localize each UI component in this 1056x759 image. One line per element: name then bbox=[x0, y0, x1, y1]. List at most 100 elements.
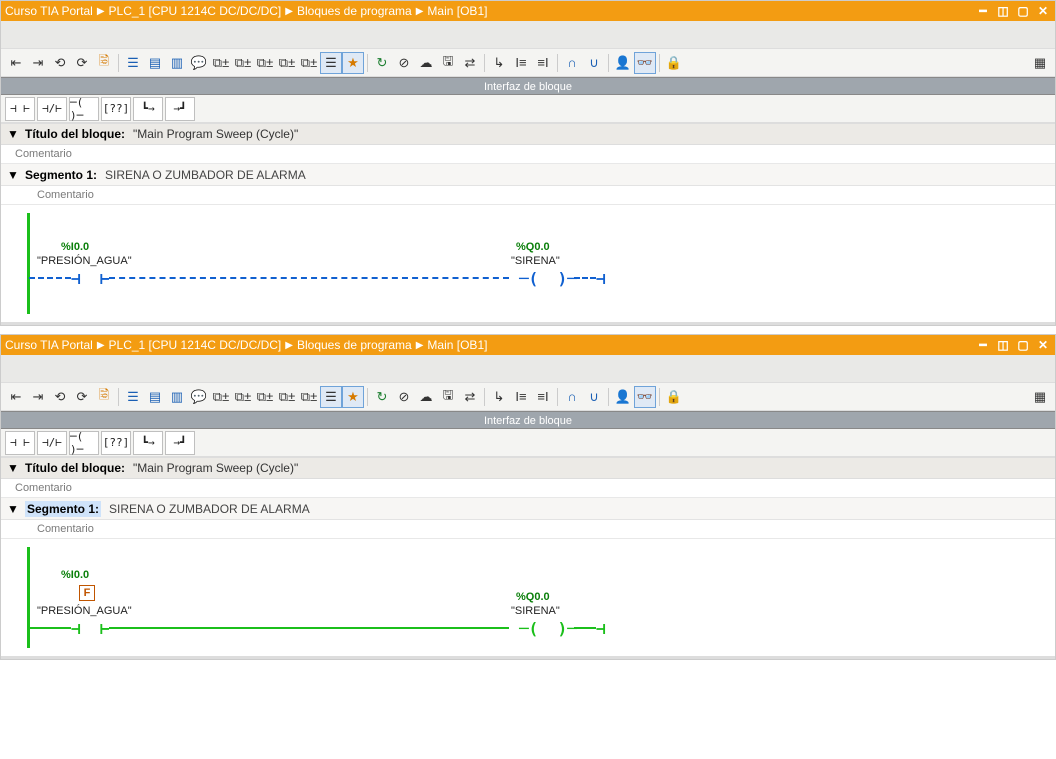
tool-btn-13[interactable]: ⧉± bbox=[276, 52, 298, 74]
tool-btn-9[interactable]: 💬 bbox=[188, 386, 210, 408]
tool-btn-4[interactable]: ⟳ bbox=[71, 52, 93, 74]
go-online-button[interactable]: ↻ bbox=[371, 386, 393, 408]
float-button[interactable]: ◫ bbox=[995, 338, 1011, 352]
tool-btn-22[interactable]: ↳ bbox=[488, 52, 510, 74]
close-button[interactable]: ✕ bbox=[1035, 338, 1051, 352]
tool-btn-12[interactable]: ⧉± bbox=[254, 386, 276, 408]
tool-btn-23[interactable]: I≡ bbox=[510, 52, 532, 74]
breadcrumb-plc[interactable]: PLC_1 [CPU 1214C DC/DC/DC] bbox=[109, 338, 282, 352]
tool-btn-7[interactable]: ▤ bbox=[144, 386, 166, 408]
palette-branch-open[interactable]: ┗→ bbox=[133, 97, 163, 121]
breadcrumb-folder[interactable]: Bloques de programa bbox=[297, 338, 412, 352]
tool-btn-11[interactable]: ⧉± bbox=[232, 52, 254, 74]
tool-btn-14[interactable]: ⧉± bbox=[298, 52, 320, 74]
segment-comment[interactable]: Comentario bbox=[1, 186, 1055, 205]
tool-btn-2[interactable]: ⇥ bbox=[27, 386, 49, 408]
tool-btn-2[interactable]: ⇥ bbox=[27, 52, 49, 74]
tool-btn-8[interactable]: ▥ bbox=[166, 386, 188, 408]
palette-box[interactable]: [??] bbox=[101, 431, 131, 455]
disclosure-icon[interactable]: ▼ bbox=[7, 461, 17, 475]
tool-btn-6[interactable]: ☰ bbox=[122, 52, 144, 74]
maximize-button[interactable]: ▢ bbox=[1015, 4, 1031, 18]
interface-bar[interactable]: Interfaz de bloque bbox=[1, 77, 1055, 95]
disclosure-icon[interactable]: ▼ bbox=[7, 127, 17, 141]
breadcrumb-plc[interactable]: PLC_1 [CPU 1214C DC/DC/DC] bbox=[109, 4, 282, 18]
block-comment[interactable]: Comentario bbox=[1, 479, 1055, 498]
tool-btn-7[interactable]: ▤ bbox=[144, 52, 166, 74]
disclosure-icon[interactable]: ▼ bbox=[7, 502, 17, 516]
minimize-button[interactable]: ━ bbox=[975, 4, 991, 18]
palette-branch-close[interactable]: →┛ bbox=[165, 97, 195, 121]
palette-branch-open[interactable]: ┗→ bbox=[133, 431, 163, 455]
block-title-value[interactable]: "Main Program Sweep (Cycle)" bbox=[133, 461, 298, 475]
segment-desc[interactable]: SIRENA O ZUMBADOR DE ALARMA bbox=[109, 502, 310, 516]
tool-btn-14[interactable]: ⧉± bbox=[298, 386, 320, 408]
block-title-value[interactable]: "Main Program Sweep (Cycle)" bbox=[133, 127, 298, 141]
breadcrumb-block[interactable]: Main [OB1] bbox=[427, 4, 487, 18]
tool-btn-15[interactable]: ☰ bbox=[320, 386, 342, 408]
tool-btn-1[interactable]: ⇤ bbox=[5, 52, 27, 74]
tool-btn-8[interactable]: ▥ bbox=[166, 52, 188, 74]
tool-btn-9[interactable]: 💬 bbox=[188, 52, 210, 74]
breadcrumb-root[interactable]: Curso TIA Portal bbox=[5, 338, 93, 352]
output-symbol[interactable]: "SIRENA" bbox=[511, 605, 560, 617]
tool-btn-21[interactable]: ⇄ bbox=[459, 386, 481, 408]
input-symbol[interactable]: "PRESIÓN_AGUA" bbox=[37, 605, 132, 617]
tool-btn-25[interactable]: ∩ bbox=[561, 386, 583, 408]
tool-btn-24[interactable]: ≡I bbox=[532, 386, 554, 408]
tool-btn-24[interactable]: ≡I bbox=[532, 52, 554, 74]
palette-nopen[interactable]: ⊣ ⊢ bbox=[5, 97, 35, 121]
tool-btn-20[interactable]: 🖫 bbox=[437, 386, 459, 408]
tool-btn-22[interactable]: ↳ bbox=[488, 386, 510, 408]
tool-btn-26[interactable]: ∪ bbox=[583, 52, 605, 74]
tool-btn-23[interactable]: I≡ bbox=[510, 386, 532, 408]
input-address[interactable]: %I0.0 bbox=[61, 241, 89, 253]
no-contact[interactable]: ⊣ ⊢ bbox=[71, 269, 110, 288]
tool-btn-11[interactable]: ⧉± bbox=[232, 386, 254, 408]
tool-btn-26[interactable]: ∪ bbox=[583, 386, 605, 408]
ladder-network[interactable]: %I0.0 "PRESIÓN_AGUA" ⊣ ⊢ %Q0.0 "SIRENA" … bbox=[1, 205, 1055, 325]
maximize-button[interactable]: ▢ bbox=[1015, 338, 1031, 352]
tool-btn-6[interactable]: ☰ bbox=[122, 386, 144, 408]
disclosure-icon[interactable]: ▼ bbox=[7, 168, 17, 182]
palette-branch-close[interactable]: →┛ bbox=[165, 431, 195, 455]
block-comment[interactable]: Comentario bbox=[1, 145, 1055, 164]
segment-comment[interactable]: Comentario bbox=[1, 520, 1055, 539]
tool-btn-12[interactable]: ⧉± bbox=[254, 52, 276, 74]
tool-btn-13[interactable]: ⧉± bbox=[276, 386, 298, 408]
tool-btn-29[interactable]: 🔒 bbox=[663, 386, 685, 408]
tool-btn-20[interactable]: 🖫 bbox=[437, 52, 459, 74]
tool-btn-5[interactable]: 🗟 bbox=[93, 52, 115, 74]
coil[interactable]: ─( )─ bbox=[519, 269, 577, 288]
tool-btn-right[interactable]: ▦ bbox=[1029, 386, 1051, 408]
tool-btn-10[interactable]: ⧉± bbox=[210, 52, 232, 74]
tool-btn-4[interactable]: ⟳ bbox=[71, 386, 93, 408]
output-address[interactable]: %Q0.0 bbox=[516, 591, 550, 603]
tool-btn-1[interactable]: ⇤ bbox=[5, 386, 27, 408]
go-online-button[interactable]: ↻ bbox=[371, 52, 393, 74]
no-contact[interactable]: ⊣ ⊢ bbox=[71, 619, 110, 638]
palette-nclosed[interactable]: ⊣/⊢ bbox=[37, 431, 67, 455]
segment-desc[interactable]: SIRENA O ZUMBADOR DE ALARMA bbox=[105, 168, 306, 182]
input-address[interactable]: %I0.0 bbox=[61, 569, 89, 581]
palette-coil[interactable]: ─( )─ bbox=[69, 431, 99, 455]
monitor-button[interactable]: 👓 bbox=[634, 52, 656, 74]
breadcrumb-folder[interactable]: Bloques de programa bbox=[297, 4, 412, 18]
tool-btn-16[interactable]: ★ bbox=[342, 386, 364, 408]
tool-btn-21[interactable]: ⇄ bbox=[459, 52, 481, 74]
tool-btn-27[interactable]: 👤 bbox=[612, 386, 634, 408]
tool-btn-18[interactable]: ⊘ bbox=[393, 52, 415, 74]
segment-label[interactable]: Segmento 1: bbox=[25, 168, 97, 182]
tool-btn-5[interactable]: 🗟 bbox=[93, 386, 115, 408]
tool-btn-3[interactable]: ⟲ bbox=[49, 386, 71, 408]
tool-btn-29[interactable]: 🔒 bbox=[663, 52, 685, 74]
palette-coil[interactable]: ─( )─ bbox=[69, 97, 99, 121]
tool-btn-right[interactable]: ▦ bbox=[1029, 52, 1051, 74]
tool-btn-25[interactable]: ∩ bbox=[561, 52, 583, 74]
palette-box[interactable]: [??] bbox=[101, 97, 131, 121]
input-symbol[interactable]: "PRESIÓN_AGUA" bbox=[37, 255, 132, 267]
ladder-network-online[interactable]: %I0.0 F "PRESIÓN_AGUA" ⊣ ⊢ %Q0.0 "SIRENA… bbox=[1, 539, 1055, 659]
monitor-button[interactable]: 👓 bbox=[634, 386, 656, 408]
tool-btn-16[interactable]: ★ bbox=[342, 52, 364, 74]
tool-btn-19[interactable]: ☁ bbox=[415, 52, 437, 74]
